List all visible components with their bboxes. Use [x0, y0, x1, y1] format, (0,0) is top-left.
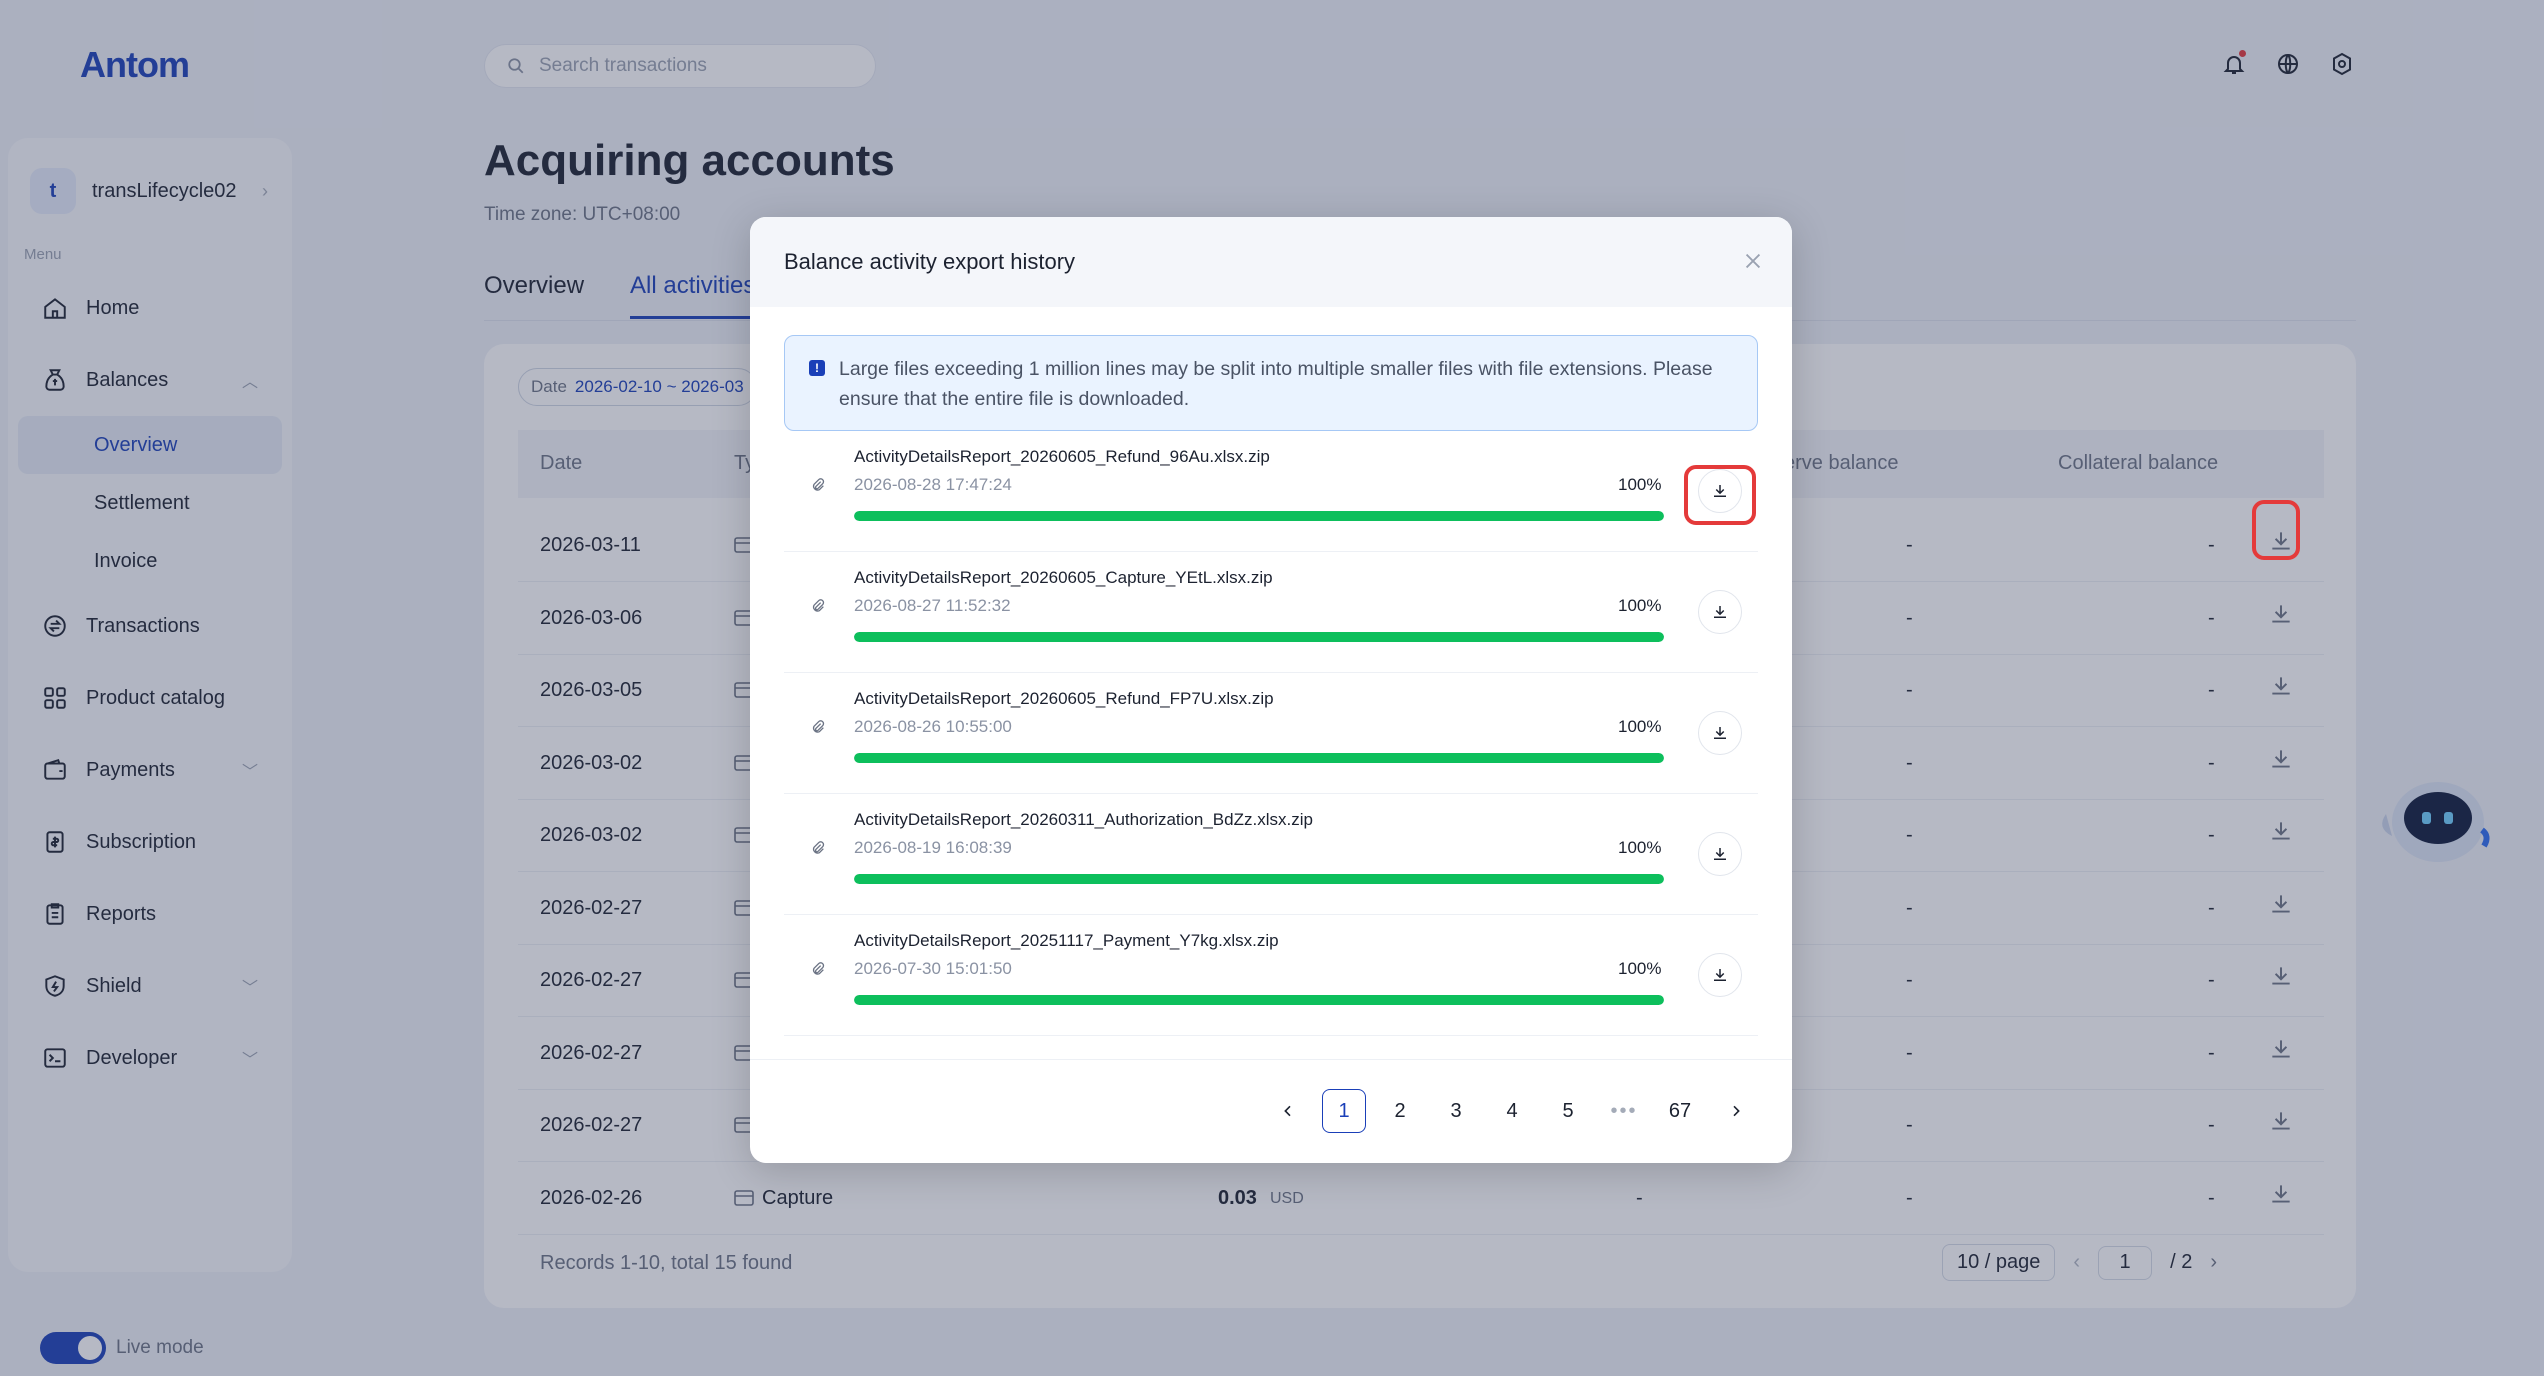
highlight-row-download: [2252, 500, 2300, 560]
file-date: 2026-08-26 10:55:00: [854, 717, 1012, 736]
progress-fill: [854, 995, 1664, 1005]
page-button[interactable]: 3: [1434, 1089, 1478, 1133]
export-file-list: ActivityDetailsReport_20260605_Refund_96…: [784, 431, 1758, 1036]
highlight-first-download: [1684, 465, 1756, 525]
paperclip-icon: [812, 599, 825, 612]
paperclip-icon: [812, 720, 825, 733]
file-progress-bar: [854, 995, 1664, 1005]
file-name: ActivityDetailsReport_20260311_Authoriza…: [854, 810, 1313, 829]
paperclip-icon: [812, 962, 825, 975]
pagination-ellipsis[interactable]: •••: [1602, 1089, 1646, 1133]
download-file-button[interactable]: [1698, 590, 1742, 634]
progress-fill: [854, 511, 1664, 521]
export-file-item: ActivityDetailsReport_20260605_Capture_Y…: [784, 552, 1758, 673]
file-date: 2026-07-30 15:01:50: [854, 959, 1012, 978]
paperclip-icon: [812, 841, 825, 854]
file-progress-text: 100%: [1618, 596, 1662, 615]
page-button[interactable]: 5: [1546, 1089, 1590, 1133]
file-name: ActivityDetailsReport_20251117_Payment_Y…: [854, 931, 1279, 950]
file-progress-text: 100%: [1618, 717, 1662, 736]
file-progress-text: 100%: [1618, 959, 1662, 978]
file-progress-text: 100%: [1618, 475, 1662, 494]
file-progress-bar: [854, 632, 1664, 642]
page-button[interactable]: 2: [1378, 1089, 1422, 1133]
download-file-button[interactable]: [1698, 953, 1742, 997]
paperclip-icon: [812, 478, 825, 491]
next-page-icon[interactable]: [1714, 1089, 1758, 1133]
file-name: ActivityDetailsReport_20260605_Refund_96…: [854, 447, 1270, 466]
file-date: 2026-08-19 16:08:39: [854, 838, 1012, 857]
progress-fill: [854, 632, 1664, 642]
file-progress-bar: [854, 874, 1664, 884]
file-progress-bar: [854, 511, 1664, 521]
close-icon[interactable]: [1742, 250, 1764, 272]
notice-text: Large files exceeding 1 million lines ma…: [839, 358, 1713, 410]
export-file-item: ActivityDetailsReport_20260605_Refund_FP…: [784, 673, 1758, 794]
modal-divider: [750, 1059, 1792, 1060]
file-name: ActivityDetailsReport_20260605_Capture_Y…: [854, 568, 1273, 587]
page-button[interactable]: 1: [1322, 1089, 1366, 1133]
modal-header: Balance activity export history: [750, 217, 1792, 307]
download-file-button[interactable]: [1698, 711, 1742, 755]
file-date: 2026-08-28 17:47:24: [854, 475, 1012, 494]
download-file-button[interactable]: [1698, 832, 1742, 876]
file-name: ActivityDetailsReport_20260605_Refund_FP…: [854, 689, 1274, 708]
file-date: 2026-08-27 11:52:32: [854, 596, 1011, 615]
file-progress-text: 100%: [1618, 838, 1662, 857]
prev-page-icon[interactable]: [1266, 1089, 1310, 1133]
page-button[interactable]: 4: [1490, 1089, 1534, 1133]
export-history-modal: Balance activity export history ! Large …: [750, 217, 1792, 1163]
export-file-item: ActivityDetailsReport_20260605_Refund_96…: [784, 431, 1758, 552]
page-button[interactable]: 67: [1658, 1089, 1702, 1133]
export-file-item: ActivityDetailsReport_20251117_Payment_Y…: [784, 915, 1758, 1036]
progress-fill: [854, 874, 1664, 884]
modal-pagination: 1 2 3 4 5 ••• 67: [1266, 1089, 1758, 1133]
info-notice: ! Large files exceeding 1 million lines …: [784, 335, 1758, 431]
modal-title: Balance activity export history: [784, 249, 1076, 274]
download-icon: [1714, 727, 1726, 739]
file-progress-bar: [854, 753, 1664, 763]
progress-fill: [854, 753, 1664, 763]
export-file-item: ActivityDetailsReport_20260311_Authoriza…: [784, 794, 1758, 915]
download-icon: [1714, 848, 1726, 860]
info-icon: !: [809, 360, 825, 376]
download-icon: [1714, 606, 1726, 618]
download-icon: [1714, 969, 1726, 981]
